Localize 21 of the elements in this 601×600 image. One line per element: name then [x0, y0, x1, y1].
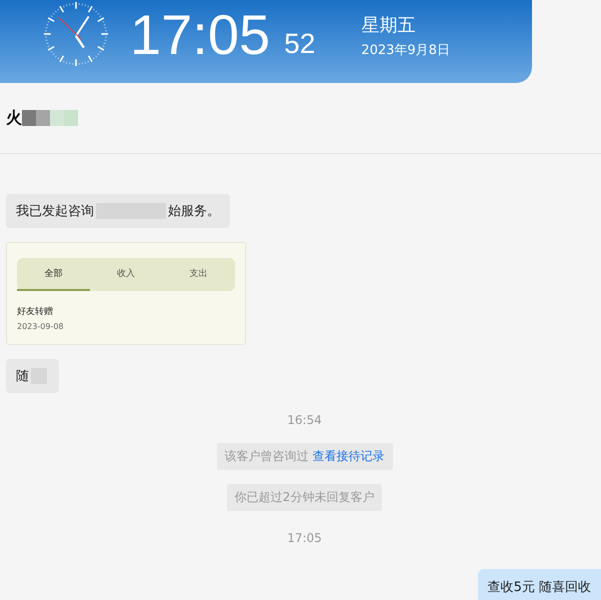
clock-seconds: 52: [284, 28, 316, 60]
contact-name: 火: [6, 108, 22, 128]
clock-icon: [42, 0, 110, 68]
clock-time: 17:05: [130, 2, 270, 67]
message-text: 随: [16, 368, 29, 385]
timestamp: 16:54: [287, 413, 322, 427]
date-text: 2023年9月8日: [361, 42, 450, 58]
timestamp: 17:05: [287, 531, 322, 545]
message-text: 查收5元 随喜回收: [488, 579, 591, 596]
message-text: 始服务。: [168, 203, 220, 220]
record-title: 好友转赠: [17, 306, 54, 318]
record-date: 2023-09-08: [17, 322, 64, 331]
tab-label: 支出: [188, 268, 209, 281]
history-link[interactable]: 查看接待记录: [312, 448, 384, 465]
message-text: 我已发起咨询: [16, 203, 94, 220]
notice-text: 该客户曾咨询过: [224, 448, 308, 465]
tab-label: 收入: [116, 268, 136, 281]
weekday-text: 星期五: [361, 14, 416, 36]
mosaic-blur: [22, 110, 78, 126]
notice-text: 你已超过2分钟未回复客户: [234, 489, 374, 506]
tab-label: 全部: [17, 258, 90, 291]
